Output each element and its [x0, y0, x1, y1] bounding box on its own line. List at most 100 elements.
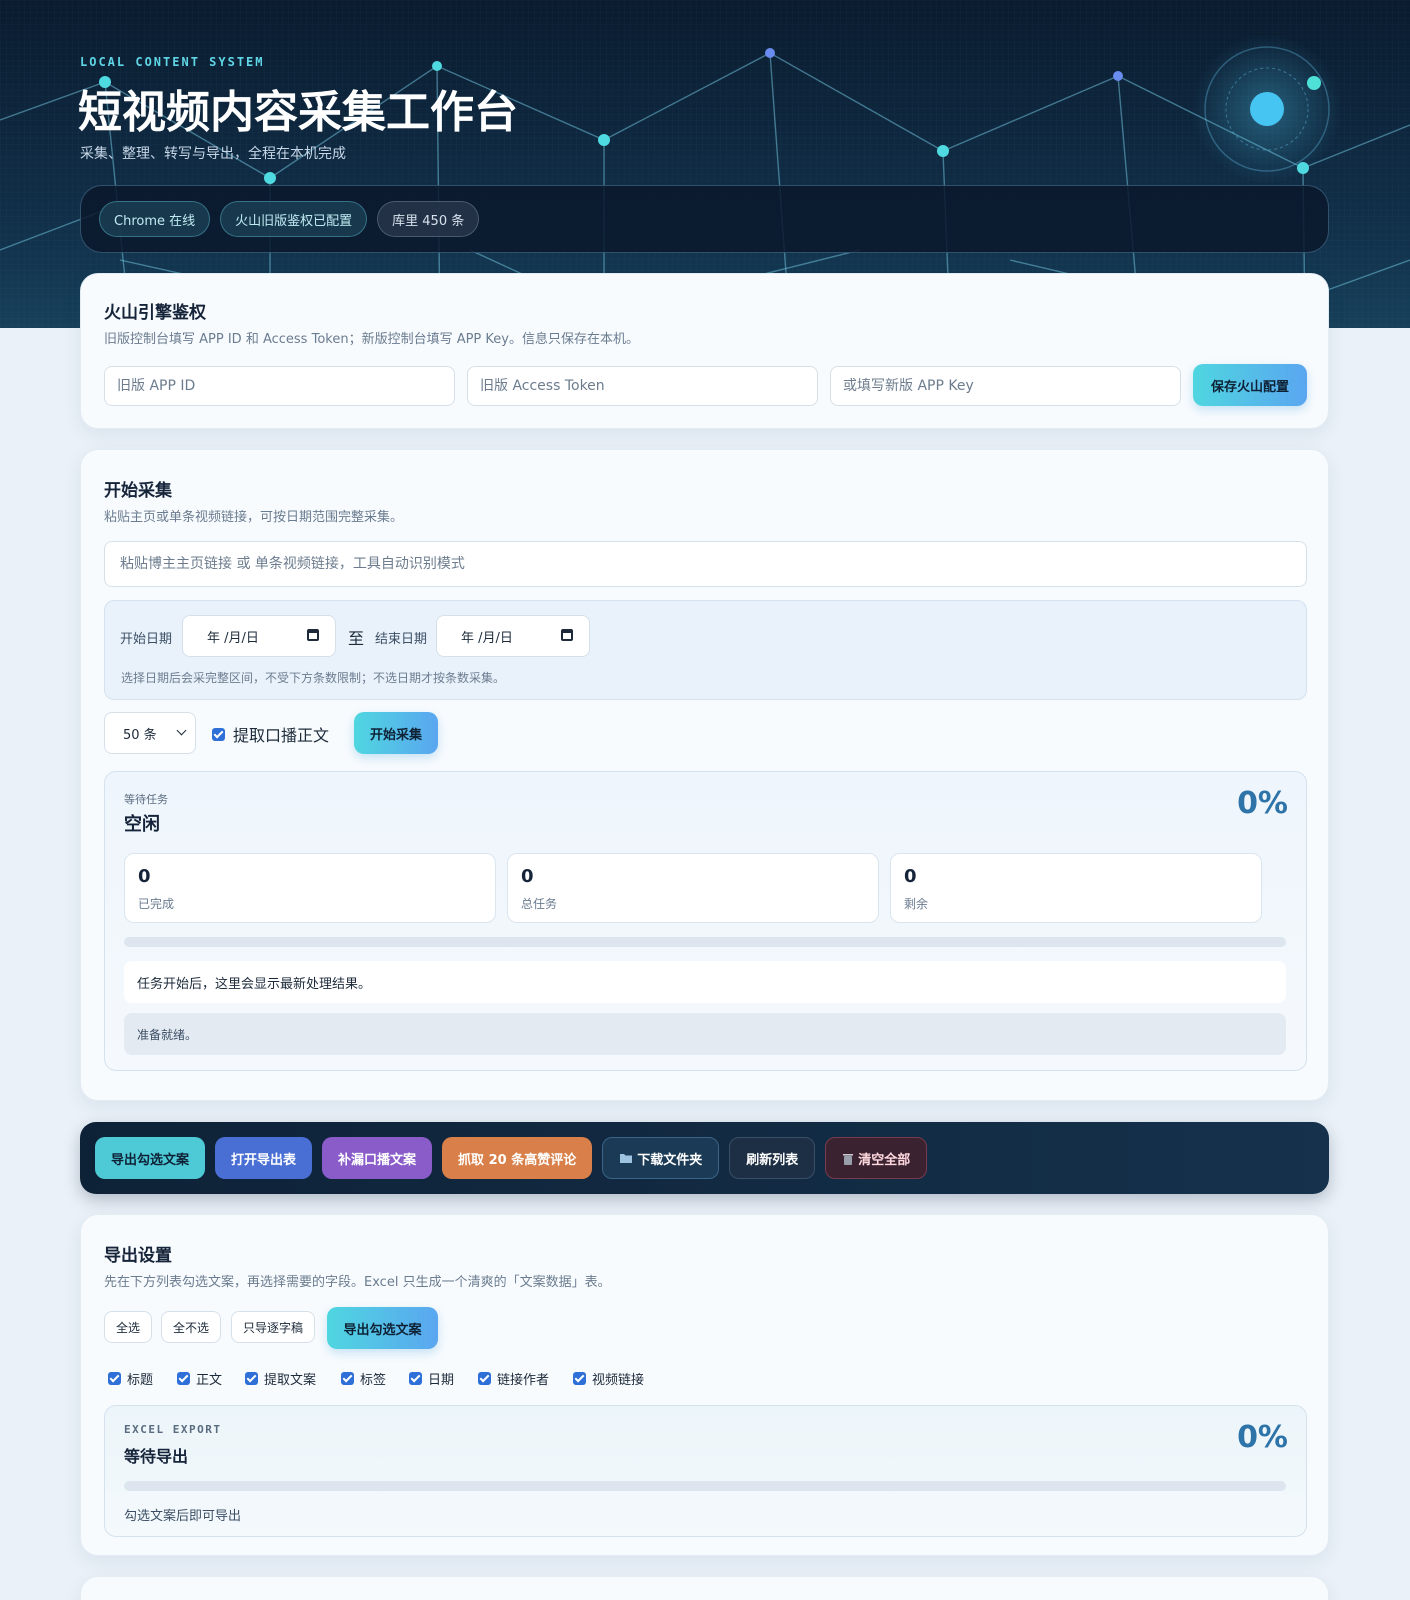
date-separator: 至 — [348, 629, 365, 648]
download-folder-label: 下载文件夹 — [637, 1152, 703, 1168]
collect-card: 开始采集 粘贴主页或单条视频链接，可按日期范围完整采集。 开始日期 年 /月/日… — [80, 449, 1329, 1101]
export-percent: 0% — [1237, 1420, 1288, 1455]
export-hint: 勾选文案后即可导出 — [124, 1509, 242, 1524]
field-author-link-label: 链接作者 — [497, 1373, 550, 1388]
save-volc-config-button[interactable]: 保存火山配置 — [1193, 364, 1307, 406]
export-progress-bar — [124, 1481, 1286, 1491]
end-date-label: 结束日期 — [375, 632, 428, 647]
orb-decoration — [1192, 34, 1342, 184]
end-date-value: 年 /月/日 — [461, 630, 513, 646]
calendar-icon[interactable] — [307, 629, 319, 641]
extract-speech-checkbox[interactable] — [212, 727, 225, 741]
field-title-checkbox[interactable]: 标题 — [108, 1369, 153, 1388]
field-body-label: 正文 — [196, 1373, 223, 1388]
field-tags-checkbox[interactable]: 标签 — [341, 1369, 386, 1388]
status-pill-library: 库里 450 条 — [377, 201, 480, 237]
field-video-link-checkbox[interactable]: 视频链接 — [573, 1369, 644, 1388]
refresh-list-button[interactable]: 刷新列表 — [729, 1137, 816, 1179]
end-date-input[interactable]: 年 /月/日 — [436, 615, 590, 657]
clear-all-button[interactable]: 清空全部 — [825, 1137, 928, 1179]
start-date-label: 开始日期 — [120, 632, 173, 647]
export-kicker: EXCEL EXPORT — [124, 1423, 222, 1436]
select-all-button[interactable]: 全选 — [104, 1311, 153, 1343]
folder-icon — [620, 1154, 633, 1163]
trash-icon — [843, 1153, 854, 1165]
task-progress-bar — [124, 937, 1286, 947]
checkbox-checked[interactable] — [341, 1372, 354, 1385]
start-date-input[interactable]: 年 /月/日 — [182, 615, 336, 657]
page-subtitle: 采集、整理、转写与导出，全程在本机完成 — [80, 146, 346, 162]
field-extracted-label: 提取文案 — [264, 1373, 317, 1388]
action-toolbar: 导出勾选文案 打开导出表 补漏口播文案 抓取 20 条高赞评论 下载文件夹 刷新… — [80, 1122, 1329, 1194]
checkbox-checked[interactable] — [409, 1372, 422, 1385]
date-hint: 选择日期后会采完整区间，不受下方条数限制；不选日期才按条数采集。 — [121, 671, 506, 685]
calendar-icon[interactable] — [561, 629, 573, 641]
field-video-link-label: 视频链接 — [592, 1373, 645, 1388]
status-pill-auth: 火山旧版鉴权已配置 — [220, 201, 368, 237]
field-extracted-checkbox[interactable]: 提取文案 — [245, 1369, 316, 1388]
status-pill-chrome: Chrome 在线 — [99, 201, 211, 237]
task-kicker: 等待任务 — [124, 793, 168, 806]
checkbox-checked[interactable] — [108, 1372, 121, 1385]
checkbox-checked[interactable] — [478, 1372, 491, 1385]
stat-remaining-value: 0 — [904, 866, 917, 887]
checkbox-checked[interactable] — [573, 1372, 586, 1385]
field-author-link-checkbox[interactable]: 链接作者 — [478, 1369, 549, 1388]
stat-completed: 0 已完成 — [124, 853, 496, 923]
refresh-list-label: 刷新列表 — [746, 1152, 799, 1168]
status-bar: Chrome 在线 火山旧版鉴权已配置 库里 450 条 — [80, 185, 1329, 253]
app-key-input[interactable] — [830, 366, 1181, 406]
chevron-down-icon — [176, 725, 187, 736]
download-folder-button[interactable]: 下载文件夹 — [602, 1137, 720, 1179]
collect-desc: 粘贴主页或单条视频链接，可按日期范围完整采集。 — [104, 510, 404, 525]
library-list-card — [80, 1576, 1329, 1600]
start-collect-button[interactable]: 开始采集 — [354, 712, 438, 754]
export-selected-label: 导出勾选文案 — [111, 1152, 190, 1168]
app-id-input[interactable] — [104, 366, 455, 406]
count-select-value: 50 条 — [123, 727, 157, 743]
fetch-top-comments-button[interactable]: 抓取 20 条高赞评论 — [442, 1137, 593, 1179]
field-title-label: 标题 — [127, 1373, 154, 1388]
extract-speech-label: 提取口播正文 — [233, 726, 330, 745]
page-title: 短视频内容采集工作台 — [78, 87, 518, 138]
clear-all-label: 清空全部 — [858, 1152, 911, 1168]
stat-completed-label: 已完成 — [138, 897, 175, 911]
stat-completed-value: 0 — [138, 866, 151, 887]
date-range-panel: 开始日期 年 /月/日 至 结束日期 年 /月/日 选择日期后会采完整区间，不受… — [104, 600, 1307, 700]
open-export-table-label: 打开导出表 — [231, 1152, 297, 1168]
open-export-table-button[interactable]: 打开导出表 — [215, 1137, 313, 1179]
auth-title: 火山引擎鉴权 — [104, 303, 206, 323]
video-url-input[interactable] — [104, 541, 1307, 587]
export-selected-button[interactable]: 导出勾选文案 — [95, 1137, 206, 1179]
auth-card: 火山引擎鉴权 旧版控制台填写 APP ID 和 Access Token；新版控… — [80, 273, 1329, 429]
checkbox-checked[interactable] — [245, 1372, 258, 1385]
excel-export-panel: EXCEL EXPORT 等待导出 0% 勾选文案后即可导出 — [104, 1405, 1307, 1537]
task-percent: 0% — [1237, 786, 1288, 821]
stat-total-label: 总任务 — [521, 897, 558, 911]
export-settings-card: 导出设置 先在下方列表勾选文案，再选择需要的字段。Excel 只生成一个清爽的「… — [80, 1214, 1329, 1556]
export-selected-panel-button[interactable]: 导出勾选文案 — [327, 1307, 438, 1349]
auth-desc: 旧版控制台填写 APP ID 和 Access Token；新版控制台填写 AP… — [104, 332, 639, 347]
count-select[interactable]: 50 条 — [104, 712, 196, 754]
hero-eyebrow: LOCAL CONTENT SYSTEM — [80, 55, 265, 69]
select-none-button[interactable]: 全不选 — [161, 1311, 222, 1343]
field-body-checkbox[interactable]: 正文 — [177, 1369, 222, 1388]
field-date-label: 日期 — [428, 1373, 455, 1388]
fill-missing-speech-button[interactable]: 补漏口播文案 — [322, 1137, 433, 1179]
extract-speech-toggle[interactable]: 提取口播正文 — [212, 722, 329, 746]
stat-remaining-label: 剩余 — [904, 897, 929, 911]
field-date-checkbox[interactable]: 日期 — [409, 1369, 454, 1388]
task-result-message: 任务开始后，这里会显示最新处理结果。 — [124, 961, 1286, 1003]
access-token-input[interactable] — [467, 366, 818, 406]
checkbox-checked[interactable] — [177, 1372, 190, 1385]
fetch-top-comments-label: 抓取 20 条高赞评论 — [458, 1152, 577, 1168]
fill-missing-speech-label: 补漏口播文案 — [338, 1152, 417, 1168]
stat-remaining: 0 剩余 — [890, 853, 1262, 923]
subtitle-only-button[interactable]: 只导逐字稿 — [231, 1311, 316, 1343]
start-date-value: 年 /月/日 — [207, 630, 259, 646]
export-desc: 先在下方列表勾选文案，再选择需要的字段。Excel 只生成一个清爽的「文案数据」… — [104, 1275, 611, 1290]
collect-title: 开始采集 — [104, 481, 172, 501]
task-status-panel: 等待任务 空闲 0% 0 已完成 0 总任务 0 剩余 任务开始后，这里会显示最… — [104, 771, 1307, 1071]
stat-total-value: 0 — [521, 866, 534, 887]
field-tags-label: 标签 — [360, 1373, 387, 1388]
